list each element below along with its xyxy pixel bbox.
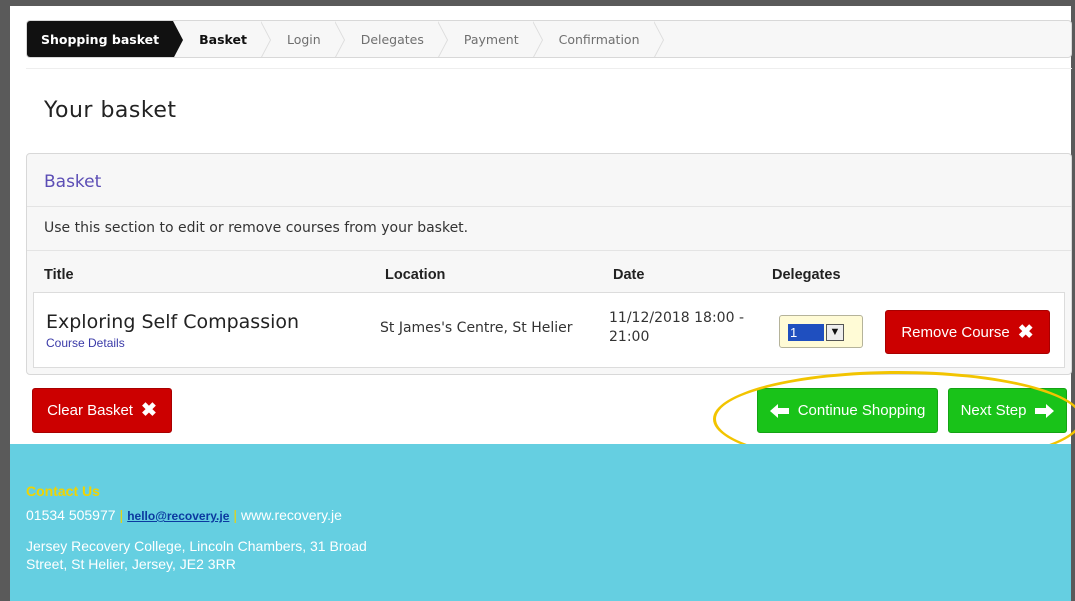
step-shopping-basket: Shopping basket — [27, 21, 184, 57]
column-header-title: Title — [44, 267, 74, 283]
close-icon: ✖ — [140, 400, 157, 421]
page: Shopping basket Basket Login Delegates P… — [10, 6, 1075, 601]
basket-panel: Basket Use this section to edit or remov… — [26, 153, 1072, 375]
contact-email-link[interactable]: hello@recovery.je — [127, 509, 229, 523]
remove-course-button[interactable]: Remove Course ✖ — [885, 310, 1050, 354]
remove-course-label: Remove Course — [901, 323, 1010, 341]
step-confirmation[interactable]: Confirmation — [533, 21, 664, 57]
checkout-steps: Shopping basket Basket Login Delegates P… — [26, 20, 1072, 58]
panel-description: Use this section to edit or remove cours… — [44, 220, 469, 236]
delegates-selected-value: 1 — [788, 324, 824, 341]
next-step-button[interactable]: Next Step — [948, 388, 1067, 433]
clear-basket-label: Clear Basket — [47, 402, 133, 419]
column-header-delegates: Delegates — [772, 267, 841, 283]
column-header-location: Location — [385, 267, 446, 283]
delegates-select[interactable]: 1 ▼ — [779, 315, 863, 348]
close-icon: ✖ — [1017, 321, 1034, 343]
continue-shopping-button[interactable]: Continue Shopping — [757, 388, 938, 433]
contact-website[interactable]: www.recovery.je — [241, 507, 342, 523]
header-divider — [26, 68, 1072, 69]
page-title: Your basket — [44, 98, 177, 123]
table-row: Exploring Self Compassion Course Details… — [33, 292, 1065, 368]
course-details-link[interactable]: Course Details — [46, 336, 125, 350]
course-date-end: 21:00 — [609, 329, 650, 345]
window-frame-left — [0, 0, 10, 601]
step-delegates[interactable]: Delegates — [335, 21, 449, 57]
contact-line: 01534 505977 | hello@recovery.je | www.r… — [26, 507, 342, 523]
clear-basket-button[interactable]: Clear Basket ✖ — [32, 388, 172, 433]
column-header-date: Date — [613, 267, 645, 283]
next-step-label: Next Step — [960, 402, 1027, 419]
arrow-left-icon — [769, 403, 789, 418]
contact-address: Jersey Recovery College, Lincoln Chamber… — [26, 538, 367, 572]
course-location: St James's Centre, St Helier — [380, 320, 573, 336]
contact-title: Contact Us — [26, 483, 100, 499]
course-title: Exploring Self Compassion — [46, 311, 300, 333]
separator: | — [119, 507, 124, 523]
chevron-down-icon[interactable]: ▼ — [826, 324, 844, 341]
footer: Contact Us 01534 505977 | hello@recovery… — [10, 444, 1071, 601]
panel-divider — [27, 250, 1071, 251]
arrow-right-icon — [1035, 403, 1055, 418]
course-date-start: 11/12/2018 18:00 - — [609, 310, 744, 326]
panel-title: Basket — [44, 172, 102, 192]
contact-phone: 01534 505977 — [26, 507, 116, 523]
separator: | — [233, 507, 238, 523]
step-login[interactable]: Login — [261, 21, 345, 57]
step-payment[interactable]: Payment — [438, 21, 543, 57]
continue-shopping-label: Continue Shopping — [797, 402, 926, 419]
panel-header: Basket — [27, 154, 1071, 207]
step-basket[interactable]: Basket — [173, 21, 271, 57]
